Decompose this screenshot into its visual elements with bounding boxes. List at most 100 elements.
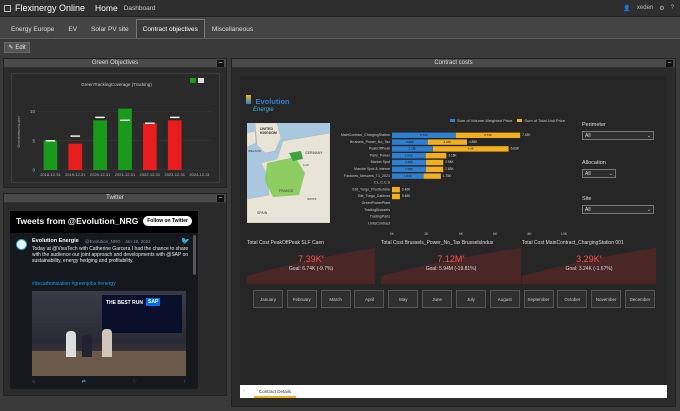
logo-text-a: Evolution xyxy=(255,97,290,106)
month-button-may[interactable]: May xyxy=(388,290,419,308)
export-icon xyxy=(190,78,196,83)
filter-perimeter-value: All xyxy=(585,133,591,139)
category-label: TradingBrussels xyxy=(364,208,390,212)
tab-contract-objectives[interactable]: Contract objectives xyxy=(135,19,205,38)
x-tick-label: 2021-12-31 xyxy=(115,172,136,177)
month-button-april[interactable]: April xyxy=(354,290,385,308)
month-button-february[interactable]: February xyxy=(286,290,317,308)
top-right-tools: 👤 xeden ⚙ ? xyxy=(623,5,680,12)
help-icon[interactable]: ? xyxy=(671,5,674,11)
month-button-july[interactable]: July xyxy=(455,290,486,308)
x-tick-label: 2018-12-31 xyxy=(40,172,61,177)
total-label: 0.46K xyxy=(402,194,411,198)
y-tick-label: 0 xyxy=(32,168,35,173)
y-tick-label: 10 xyxy=(30,109,36,114)
x-tick-label: 4K xyxy=(459,232,464,236)
username[interactable]: xeden xyxy=(637,5,653,11)
data-label: 2.08K xyxy=(406,140,414,144)
category-label: Paris_Power xyxy=(370,153,391,157)
evolution-logo: Evolution Energie xyxy=(246,91,290,113)
europe-map[interactable]: UNITED KINGDOM IRELAND GERMANY FRANCE SP… xyxy=(247,123,330,223)
contract-costs-header: Contract costs – xyxy=(232,59,675,68)
person-2 xyxy=(82,335,92,357)
tweet[interactable]: Evolution Energie @Evolution_NRG · Jan 1… xyxy=(10,233,198,389)
tab-miscellaneous[interactable]: Miscellaneous xyxy=(205,19,260,38)
dashboard-link[interactable]: Dashboard xyxy=(124,5,156,12)
follow-button[interactable]: Follow on Twitter xyxy=(143,216,192,226)
month-button-december[interactable]: December xyxy=(625,290,655,308)
filter-site-value: All xyxy=(585,207,591,213)
x-tick-label: 2024-12-31 xyxy=(189,172,210,177)
filter-perimeter-select[interactable]: All ⌄ xyxy=(582,131,654,140)
retweet-icon[interactable]: ⇄ xyxy=(82,379,86,387)
green-objectives-header: Green Objectives – xyxy=(4,59,226,68)
person-3 xyxy=(102,329,112,357)
bar-legend: Sum of Volume Weighted Price Sum of Tota… xyxy=(450,118,565,123)
tweet-photo[interactable]: THE BEST RUN SAP xyxy=(32,291,186,376)
tweet-author[interactable]: Evolution Energie xyxy=(32,238,79,244)
minimize-icon[interactable]: – xyxy=(666,60,673,67)
green-objectives-panel: Green Objectives – GreenTrackingCoverage… xyxy=(3,58,227,188)
tab-energy-europe[interactable]: Energy Europe xyxy=(4,19,61,38)
target-marker xyxy=(70,135,81,137)
gauge-card-2: Total Cost Brussels_Power_No_Tax Brussel… xyxy=(381,240,521,284)
bar xyxy=(68,143,83,170)
edit-label: Edit xyxy=(15,44,26,51)
month-button-october[interactable]: October xyxy=(557,290,588,308)
tweet-hashtags[interactable]: #decarbonization #greenjobs #energy xyxy=(32,281,116,287)
tweet-text: Today at @VivaTech with Catherine Garcer… xyxy=(32,246,189,265)
gauge-title: Total Cost MainContract_ChargingStation … xyxy=(522,240,624,246)
chevron-down-icon: ⌄ xyxy=(646,133,651,139)
map-shapes xyxy=(247,123,330,223)
gauge-card-1: Total Cost PeakOffPeak SLF Caen 7.39K€ G… xyxy=(247,240,375,284)
reply-icon[interactable]: ○ xyxy=(32,379,35,387)
month-button-january[interactable]: January xyxy=(253,290,283,308)
filter-site-select[interactable]: All ⌄ xyxy=(582,205,654,214)
tab-contract-details[interactable]: Contract Details xyxy=(254,385,297,398)
month-button-november[interactable]: November xyxy=(591,290,622,308)
app-brand[interactable]: Flexinergy Online xyxy=(4,3,85,13)
data-label: 3.74K xyxy=(484,133,492,137)
category-label: Brussels_Power_No_Tax xyxy=(350,140,390,144)
legend-swatch-a xyxy=(450,119,455,123)
category-label: TradingParis xyxy=(370,215,390,219)
target-marker xyxy=(120,119,130,122)
filter-allocation-select[interactable]: All ⌄ xyxy=(582,169,616,178)
green-objectives-chart: GreenTrackingCoverage (Tracking) GreenNet… xyxy=(17,78,212,177)
twitter-feed-frame: Tweets from @Evolution_NRG Follow on Twi… xyxy=(10,211,198,389)
month-button-august[interactable]: August xyxy=(489,290,520,308)
x-tick-label: 2K xyxy=(424,232,429,236)
data-label: 1.98K xyxy=(405,167,413,171)
minimize-icon[interactable]: – xyxy=(217,60,224,67)
data-label: 3.71K xyxy=(420,133,428,137)
month-button-june[interactable]: June xyxy=(422,290,453,308)
home-link[interactable]: Home xyxy=(95,3,118,13)
legend-swatch-b xyxy=(517,119,523,123)
report-page-tabs: ‹ Contract Details xyxy=(240,385,667,398)
month-button-march[interactable]: March xyxy=(320,290,351,308)
avatar xyxy=(16,239,27,250)
land-ireland xyxy=(247,130,257,148)
map-label-switzerland: SWITZ xyxy=(307,197,317,201)
tab-bar: Energy Europe EV Solar PV site Contract … xyxy=(0,17,680,39)
filter-allocation-value: All xyxy=(585,171,591,177)
gear-icon[interactable]: ⚙ xyxy=(659,5,664,12)
edit-button[interactable]: ✎ Edit xyxy=(4,42,30,53)
map-label-uk: UNITED KINGDOM xyxy=(260,127,277,135)
minimize-icon[interactable]: – xyxy=(217,195,224,202)
page-nav-icon[interactable]: ‹ xyxy=(243,388,245,394)
gauge-value: 7.12M€ xyxy=(437,254,465,264)
tab-ev[interactable]: EV xyxy=(61,19,84,38)
tab-solar-pv-site[interactable]: Solar PV site xyxy=(84,19,136,38)
tweets-title: Tweets from @Evolution_NRG xyxy=(16,216,139,226)
chevron-down-icon: ⌄ xyxy=(608,171,613,177)
chevron-down-icon: ⌄ xyxy=(646,207,651,213)
filter-allocation-label: Allocation xyxy=(582,160,606,166)
data-label: 4.4K xyxy=(468,147,474,151)
twitter-scrollbar[interactable] xyxy=(193,235,196,275)
total-label: 6.63K xyxy=(511,147,520,151)
month-button-september[interactable]: September xyxy=(523,290,554,308)
gauge-goal: Goal: 5.94M (-19.81%) xyxy=(425,266,477,272)
like-icon[interactable]: ♡ xyxy=(132,379,136,387)
share-icon[interactable]: ↑ xyxy=(184,379,187,387)
